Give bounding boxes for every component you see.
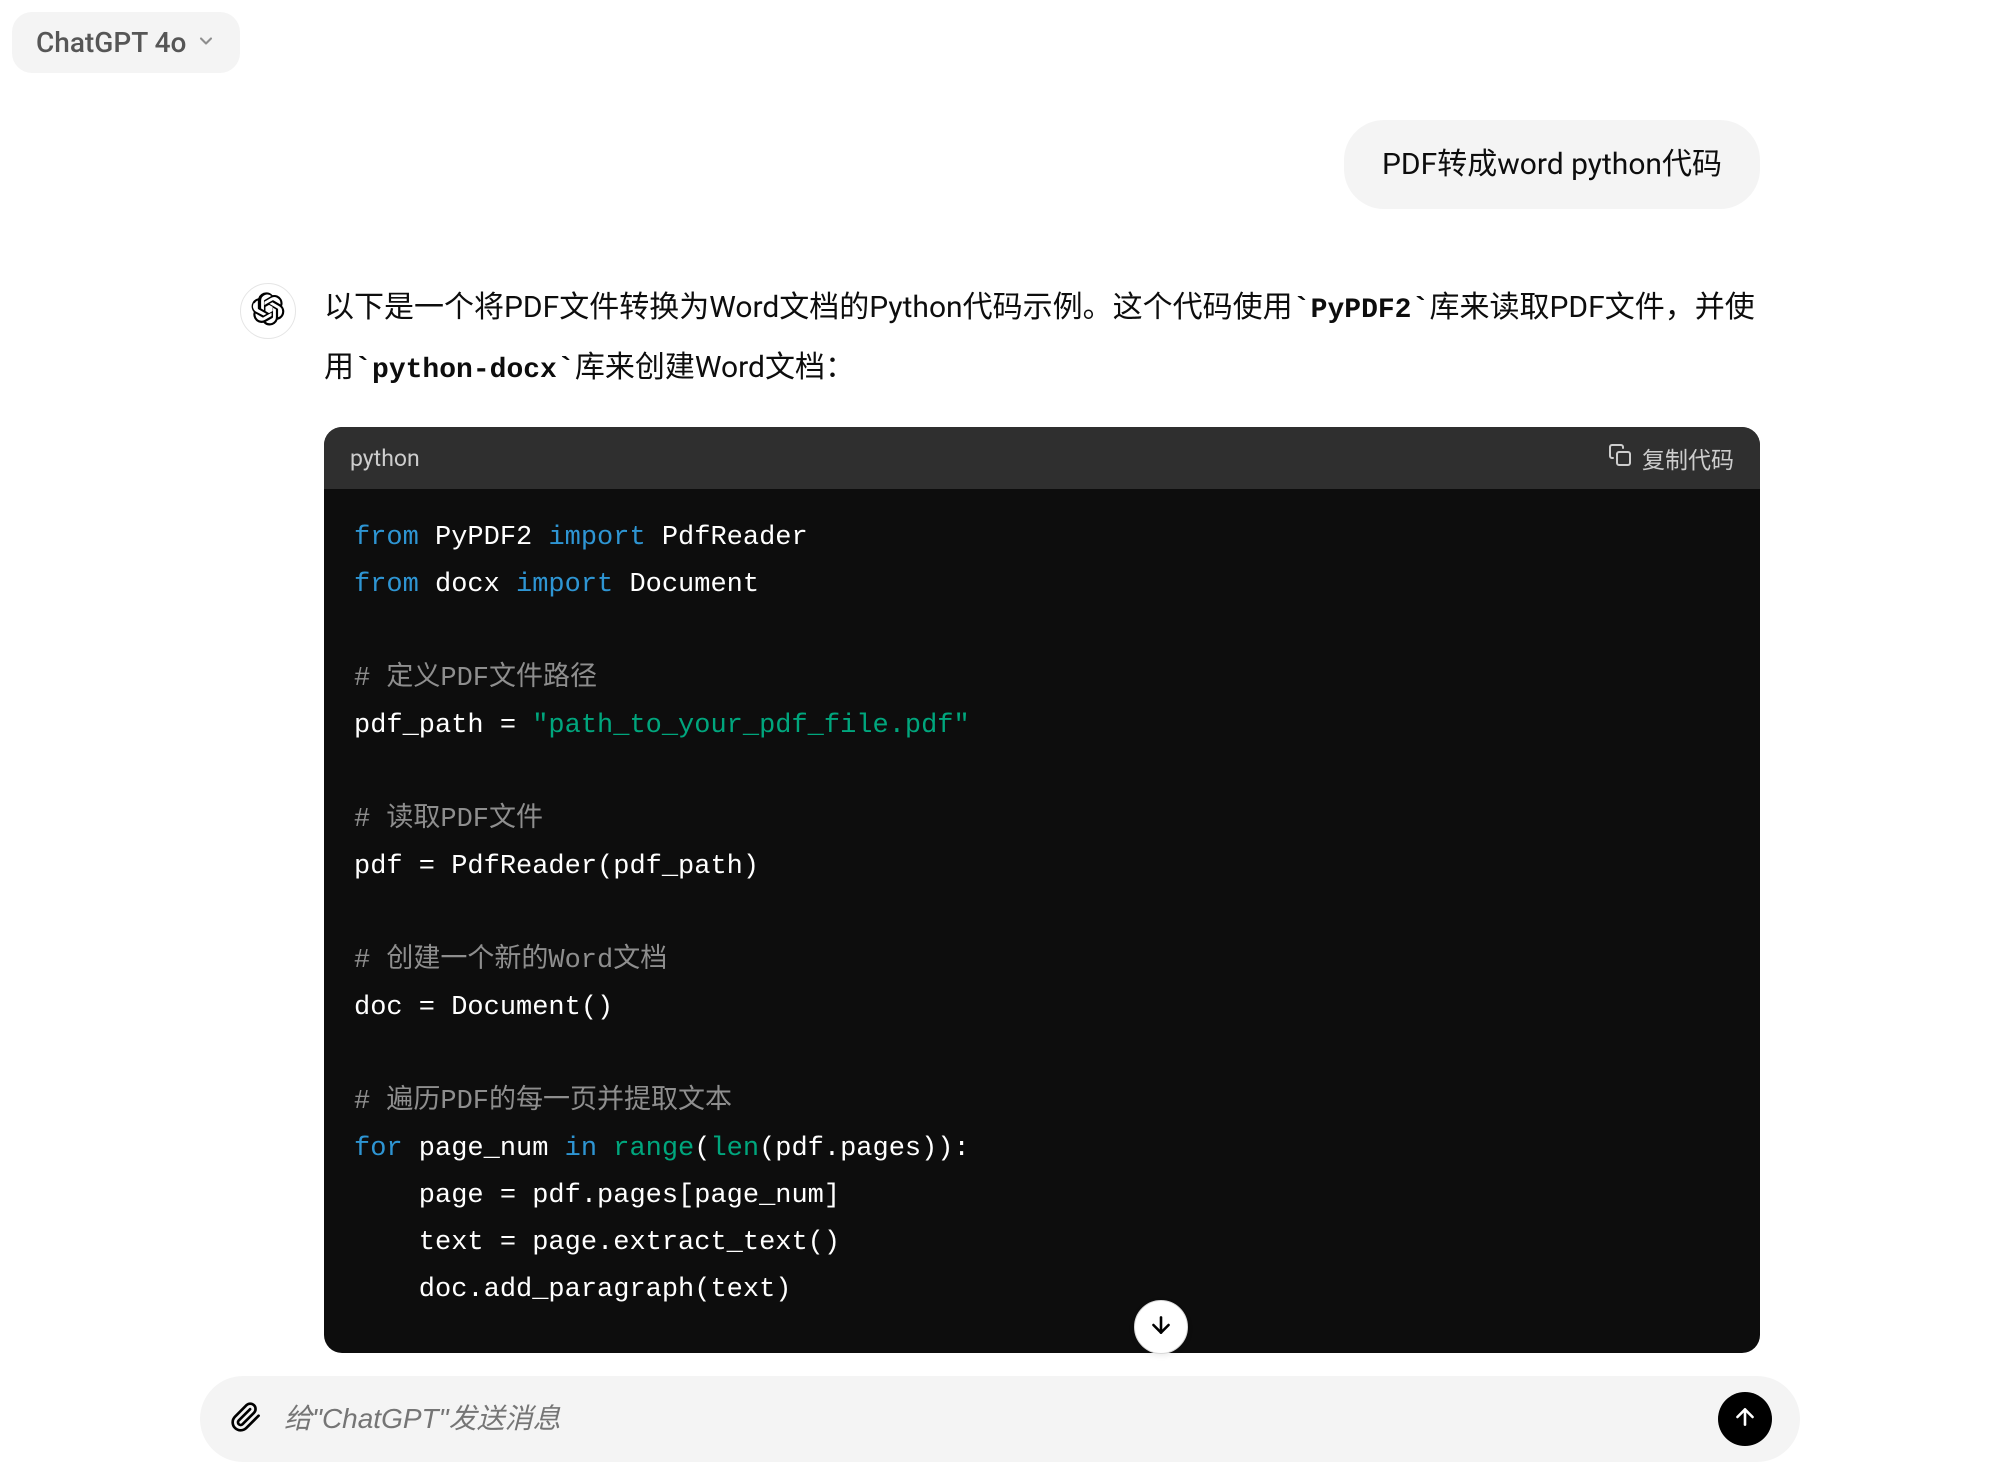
code-body[interactable]: from PyPDF2 import PdfReader from docx i… bbox=[324, 489, 1760, 1353]
send-button[interactable] bbox=[1718, 1392, 1772, 1446]
openai-logo-icon bbox=[251, 292, 285, 330]
model-selector[interactable]: ChatGPT 4o bbox=[12, 12, 240, 73]
code-language-label: python bbox=[350, 445, 420, 472]
assistant-intro-post: 库来创建Word文档： bbox=[575, 350, 855, 385]
arrow-up-icon bbox=[1732, 1404, 1758, 1434]
arrow-down-icon bbox=[1148, 1312, 1174, 1342]
code-content: from PyPDF2 import PdfReader from docx i… bbox=[354, 515, 1730, 1313]
chevron-down-icon bbox=[196, 31, 216, 55]
scroll-to-bottom-button[interactable] bbox=[1134, 1300, 1188, 1354]
user-message-row: PDF转成word python代码 bbox=[240, 120, 1760, 209]
assistant-avatar bbox=[240, 283, 296, 339]
paperclip-icon bbox=[230, 1401, 262, 1437]
code-block: python 复制代码 from PyPDF2 import PdfReader… bbox=[324, 427, 1760, 1353]
composer-input[interactable] bbox=[284, 1403, 1698, 1435]
assistant-intro-pre: 以下是一个将PDF文件转换为Word文档的Python代码示例。这个代码使用 bbox=[324, 290, 1293, 325]
copy-icon bbox=[1608, 443, 1632, 473]
composer bbox=[200, 1376, 1800, 1462]
assistant-intro: 以下是一个将PDF文件转换为Word文档的Python代码示例。这个代码使用`P… bbox=[324, 279, 1760, 399]
assistant-lib2: python-docx bbox=[372, 355, 557, 386]
model-name: ChatGPT 4o bbox=[36, 26, 186, 59]
copy-code-label: 复制代码 bbox=[1642, 441, 1734, 475]
user-message: PDF转成word python代码 bbox=[1344, 120, 1760, 209]
attach-button[interactable] bbox=[228, 1401, 264, 1437]
copy-code-button[interactable]: 复制代码 bbox=[1608, 441, 1734, 475]
assistant-message-row: 以下是一个将PDF文件转换为Word文档的Python代码示例。这个代码使用`P… bbox=[240, 279, 1760, 1353]
code-header: python 复制代码 bbox=[324, 427, 1760, 489]
assistant-content: 以下是一个将PDF文件转换为Word文档的Python代码示例。这个代码使用`P… bbox=[324, 279, 1760, 1353]
conversation: PDF转成word python代码 以下是一个将PDF文件转换为Word文档的… bbox=[240, 120, 1760, 1353]
assistant-lib1: PyPDF2 bbox=[1311, 295, 1412, 326]
